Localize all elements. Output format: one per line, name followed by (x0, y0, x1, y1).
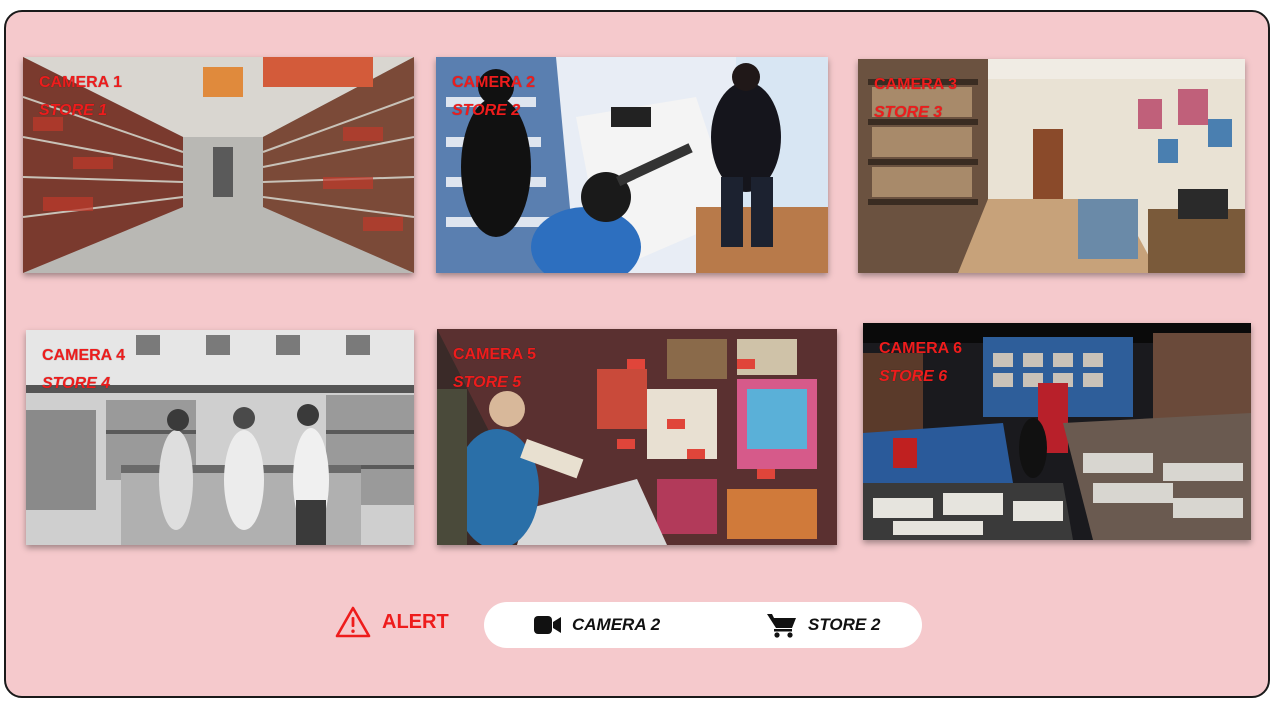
store-label: STORE 1 (39, 102, 108, 119)
alert-camera: CAMERA 2 (534, 602, 660, 648)
store-label: STORE 2 (452, 102, 521, 119)
camera-feed-3[interactable]: CAMERA 3 STORE 3 (858, 59, 1245, 273)
alert-camera-label: CAMERA 2 (572, 615, 661, 634)
store-label: STORE 6 (879, 368, 948, 385)
alert-store: STORE 2 (766, 602, 880, 648)
camera-label: CAMERA 6 (879, 340, 962, 357)
feed-overlay: CAMERA 1 STORE 1 (39, 69, 122, 125)
feed-overlay: CAMERA 3 STORE 3 (874, 71, 957, 127)
alert-indicator[interactable]: ALERT (334, 604, 449, 640)
feed-overlay: CAMERA 6 STORE 6 (879, 335, 962, 391)
shopping-cart-icon (767, 614, 796, 638)
camera-label: CAMERA 2 (452, 74, 535, 91)
camera-feed-5[interactable]: CAMERA 5 STORE 5 (437, 329, 837, 545)
feed-overlay: CAMERA 5 STORE 5 (453, 341, 536, 397)
camera-feed-6[interactable]: CAMERA 6 STORE 6 (863, 323, 1251, 540)
camera-label: CAMERA 3 (874, 76, 957, 93)
feed-overlay: CAMERA 2 STORE 2 (452, 69, 535, 125)
camera-label: CAMERA 4 (42, 347, 125, 364)
camera-feed-2[interactable]: CAMERA 2 STORE 2 (436, 57, 828, 273)
alert-label: ALERT (382, 610, 449, 633)
camera-label: CAMERA 5 (453, 346, 536, 363)
store-label: STORE 4 (42, 375, 111, 392)
alert-store-label: STORE 2 (808, 615, 881, 634)
camera-feed-1[interactable]: CAMERA 1 STORE 1 (23, 57, 414, 273)
camera-feed-4[interactable]: CAMERA 4 STORE 4 (26, 330, 414, 545)
store-label: STORE 5 (453, 374, 522, 391)
store-label: STORE 3 (874, 104, 943, 121)
alert-source-pill: CAMERA 2 STORE 2 (484, 602, 922, 648)
camera-label: CAMERA 1 (39, 74, 122, 91)
warning-triangle-icon (335, 606, 371, 638)
video-camera-icon (534, 616, 561, 634)
feed-overlay: CAMERA 4 STORE 4 (42, 342, 125, 398)
